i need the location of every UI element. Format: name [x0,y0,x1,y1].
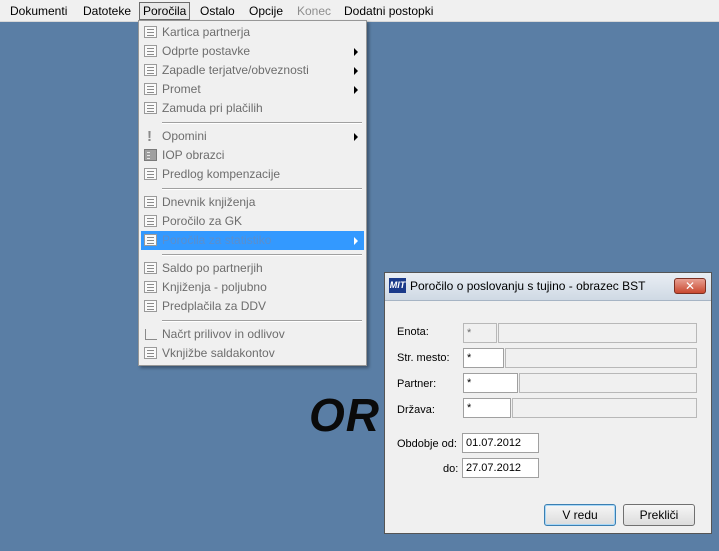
report-icon [144,215,157,227]
menu-separator [162,188,362,190]
menu-item-odprte-postavke[interactable]: Odprte postavke [141,42,364,61]
submenu-arrow-icon [354,133,358,141]
menu-item-label: Predlog kompenzacije [162,167,281,181]
menu-item-label: Dnevnik knjiženja [162,195,256,209]
submenu-arrow-icon [354,48,358,56]
menu-dodatni-postopki[interactable]: Dodatni postopki [341,3,436,19]
report-icon [144,234,157,246]
report-icon [144,347,157,359]
menu-item-predlog-kompenzacije[interactable]: Predlog kompenzacije [141,165,364,184]
obdobje-do-field[interactable]: 27.07.2012 [462,458,539,478]
report-icon [144,64,157,76]
menu-separator [162,320,362,322]
menu-separator [162,254,362,256]
drzava-code-field[interactable]: * [463,398,511,418]
menu-item-iop-obrazci[interactable]: IOP obrazci [141,146,364,165]
menu-item-label: Zapadle terjatve/obveznosti [162,63,309,77]
enota-label: Enota: [397,326,429,338]
menu-item-porocila-za-statistiko[interactable]: Poročila za statistiko [141,231,364,250]
menu-item-saldo-po-partnerjih[interactable]: Saldo po partnerjih [141,259,364,278]
menu-item-label: Predplačila za DDV [162,299,267,313]
obdobje-od-label: Obdobje od: [397,438,457,450]
menu-item-label: Saldo po partnerjih [162,261,263,275]
partner-code-field[interactable]: * [463,373,518,393]
submenu-arrow-icon [354,237,358,245]
obdobje-do-label: do: [443,463,459,475]
menu-item-porocilo-za-gk[interactable]: Poročilo za GK [141,212,364,231]
menu-bar: Dokumenti Datoteke Poročila Ostalo Opcij… [0,0,719,22]
menu-item-label: Načrt prilivov in odlivov [162,327,285,341]
menu-item-label: Poročila za statistiko [162,233,272,247]
background-logo-text: OR [309,389,380,441]
menu-item-opomini[interactable]: Opomini [141,127,364,146]
dialog-title: Poročilo o poslovanju s tujino - obrazec… [410,279,646,293]
bst-report-dialog: MIT Poročilo o poslovanju s tujino - obr… [384,272,712,534]
menu-dokumenti[interactable]: Dokumenti [7,3,70,19]
menu-item-label: Knjiženja - poljubno [162,280,267,294]
enota-name-field [498,323,697,343]
ok-button[interactable]: V redu [544,504,616,526]
str-mesto-name-field [505,348,697,368]
submenu-arrow-icon [354,86,358,94]
app-logo-icon: MIT [389,278,406,293]
iop-form-icon [144,149,157,161]
enota-code-field: * [463,323,497,343]
menu-separator [162,122,362,124]
menu-item-promet[interactable]: Promet [141,80,364,99]
report-icon [144,281,157,293]
porocila-dropdown-menu: Kartica partnerja Odprte postavke Zapadl… [138,20,367,366]
report-icon [144,26,157,38]
obdobje-od-field[interactable]: 01.07.2012 [462,433,539,453]
report-icon [144,83,157,95]
menu-item-label: Zamuda pri plačilih [162,101,263,115]
menu-opcije[interactable]: Opcije [246,3,286,19]
report-icon [144,168,157,180]
menu-item-label: IOP obrazci [162,148,225,162]
report-icon [144,102,157,114]
str-mesto-label: Str. mesto: [397,352,450,364]
menu-item-label: Kartica partnerja [162,25,251,39]
report-icon [144,196,157,208]
menu-item-label: Poročilo za GK [162,214,243,228]
drzava-label: Država: [397,404,435,416]
drzava-name-field [512,398,697,418]
menu-item-label: Odprte postavke [162,44,251,58]
menu-item-predplacila-za-ddv[interactable]: Predplačila za DDV [141,297,364,316]
str-mesto-code-field[interactable]: * [463,348,504,368]
submenu-arrow-icon [354,67,358,75]
cancel-button[interactable]: Prekliči [623,504,695,526]
menu-datoteke[interactable]: Datoteke [80,3,134,19]
partner-label: Partner: [397,378,437,390]
menu-porocila[interactable]: Poročila [139,2,191,20]
menu-item-vknjizbe-saldakontov[interactable]: Vknjižbe saldakontov [141,344,364,363]
close-button[interactable]: ✕ [674,278,706,294]
menu-konec: Konec [297,4,332,18]
warning-icon [144,127,157,146]
menu-item-label: Opomini [162,129,207,143]
menu-item-kartica-partnerja[interactable]: Kartica partnerja [141,23,364,42]
menu-item-knjizenja-poljubno[interactable]: Knjiženja - poljubno [141,278,364,297]
partner-name-field [519,373,697,393]
chart-icon [144,328,157,340]
report-icon [144,262,157,274]
menu-item-label: Promet [162,82,201,96]
menu-item-label: Vknjižbe saldakontov [162,346,275,360]
menu-item-dnevnik-knjizenja[interactable]: Dnevnik knjiženja [141,193,364,212]
menu-item-zapadle-terjatve[interactable]: Zapadle terjatve/obveznosti [141,61,364,80]
menu-item-nacrt-prilivov[interactable]: Načrt prilivov in odlivov [141,325,364,344]
menu-ostalo[interactable]: Ostalo [197,3,238,19]
menu-item-zamuda-pri-placilih[interactable]: Zamuda pri plačilih [141,99,364,118]
report-icon [144,45,157,57]
report-icon [144,300,157,312]
dialog-title-bar[interactable]: MIT Poročilo o poslovanju s tujino - obr… [385,273,711,301]
